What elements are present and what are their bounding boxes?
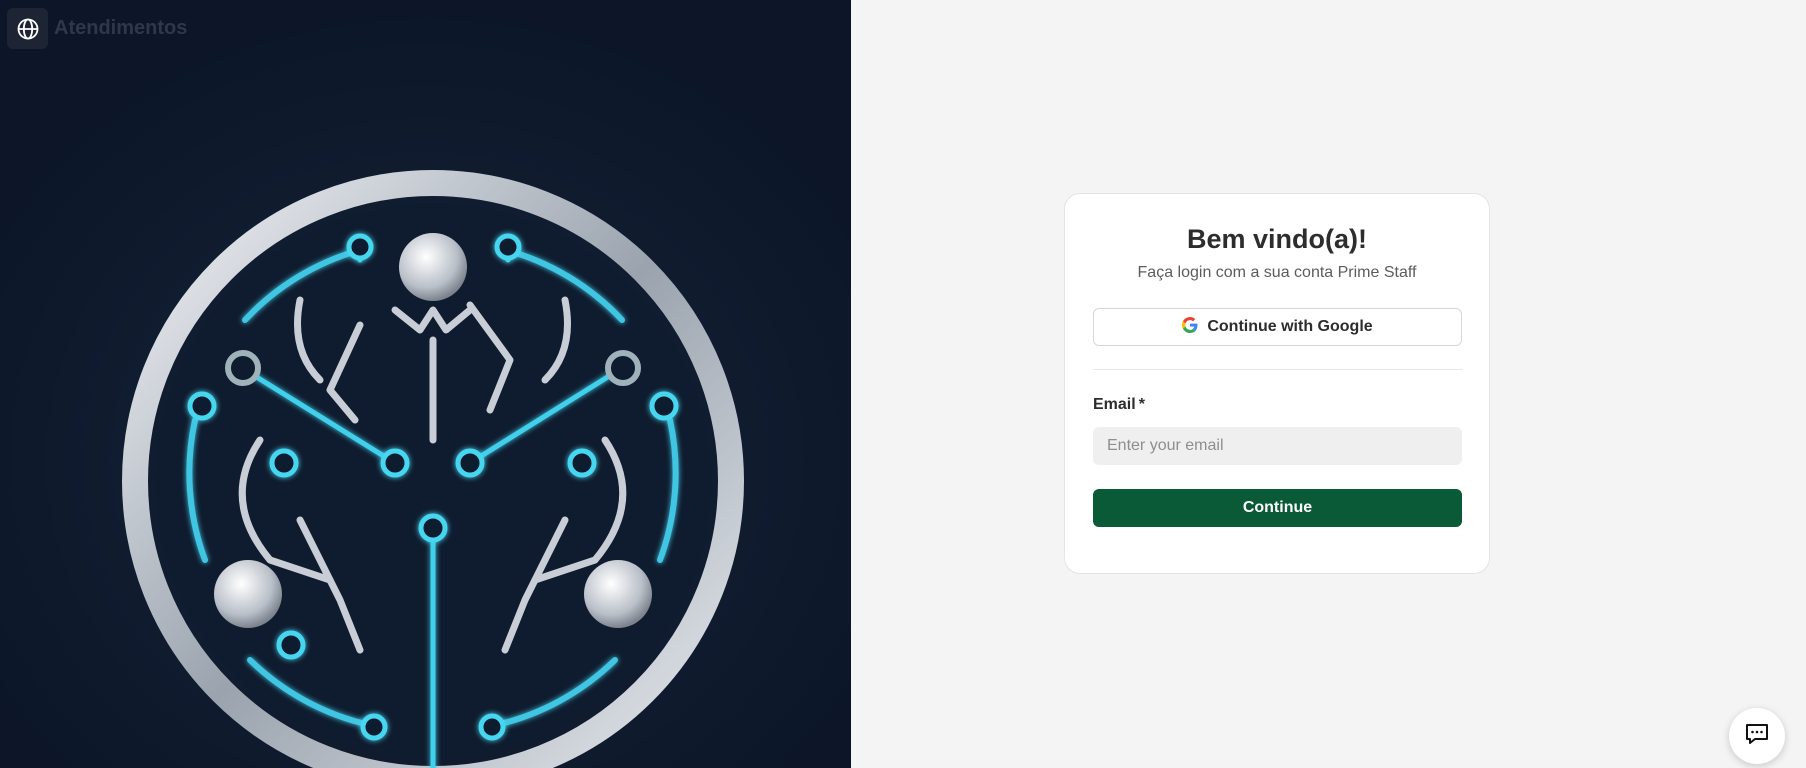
chat-button[interactable] [1729, 708, 1785, 764]
app-title: Atendimentos [54, 17, 188, 39]
email-label-text: Email [1093, 396, 1136, 413]
email-input[interactable] [1093, 427, 1462, 465]
required-mark: * [1138, 396, 1145, 413]
login-title: Bem vindo(a)! [1186, 224, 1367, 254]
google-icon [1182, 316, 1198, 338]
hero-panel: Atendimentos [0, 0, 851, 768]
email-label: Email * [1093, 396, 1145, 414]
login-subtitle: Faça login com a sua conta Prime Staff [1137, 264, 1417, 281]
divider [1093, 369, 1462, 370]
brand: Atendimentos [7, 8, 187, 49]
chat-bubble-icon [1744, 722, 1770, 751]
google-login-label: Continue with Google [1207, 318, 1373, 335]
globe-icon[interactable] [7, 8, 48, 49]
hero-logo-illustration [0, 0, 851, 768]
continue-button[interactable]: Continue [1093, 489, 1462, 527]
google-login-button[interactable]: Continue with Google [1093, 308, 1462, 346]
login-card: Bem vindo(a)! Faça login com a sua conta… [1064, 193, 1490, 574]
